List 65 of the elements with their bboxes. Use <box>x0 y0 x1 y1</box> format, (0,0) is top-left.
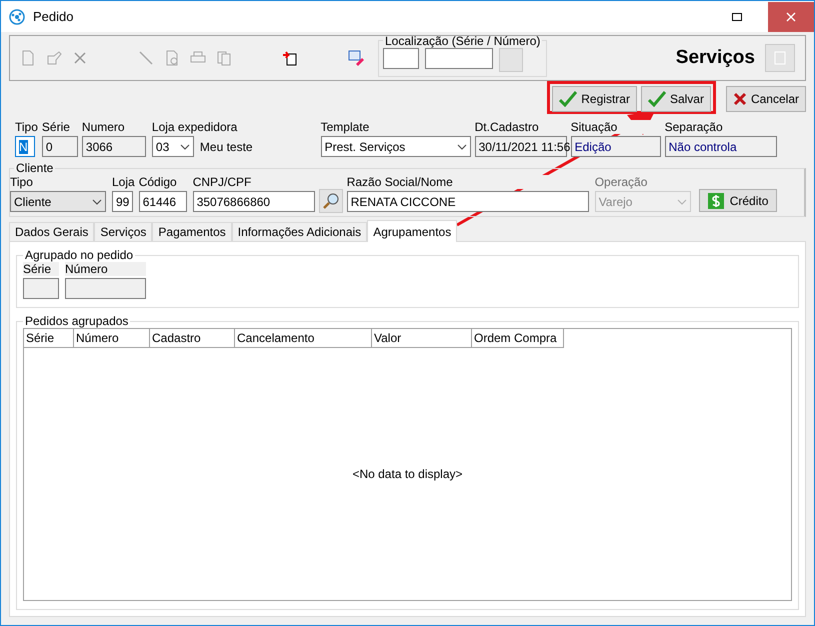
series-field[interactable] <box>23 278 59 299</box>
action-button[interactable]: Registrar <box>552 86 637 112</box>
store-dropdown[interactable]: 03 <box>152 136 194 157</box>
credit-button[interactable]: Crédito <box>698 189 778 212</box>
column-header[interactable]: Valor <box>372 329 472 348</box>
code-input[interactable]: 61446 <box>138 191 187 212</box>
copy-icon[interactable] <box>216 50 232 66</box>
column-header[interactable]: Número <box>74 329 150 348</box>
empty-message: <No data to display> <box>352 467 463 481</box>
cnpj-input[interactable]: 35076866860 <box>192 191 315 212</box>
dropdown-caret-icon <box>180 144 190 150</box>
dollar-icon <box>708 192 724 208</box>
action-button[interactable]: Cancelar <box>726 86 806 112</box>
location-label: Localização (Série / Número) <box>384 34 542 48</box>
maximize-icon <box>732 12 742 20</box>
type-input[interactable]: N <box>15 136 35 157</box>
preview-icon[interactable] <box>164 50 180 66</box>
column-header[interactable]: Cadastro <box>150 329 235 348</box>
search-button[interactable] <box>318 189 343 213</box>
field-label: Número <box>65 262 146 276</box>
name-input[interactable]: RENATA CICCONE <box>346 191 589 212</box>
tab[interactable]: Informações Adicionais <box>232 222 368 241</box>
client-type-dropdown[interactable]: Cliente <box>10 191 106 212</box>
app-icon <box>9 8 25 24</box>
tab[interactable]: Agrupamentos <box>367 220 458 242</box>
separation-field[interactable]: Não controla <box>664 136 777 157</box>
action-button[interactable]: Salvar <box>640 86 711 112</box>
tab[interactable]: Dados Gerais <box>9 222 94 241</box>
group-title: Agrupado no pedido <box>24 248 134 262</box>
exit-door-icon <box>773 51 787 65</box>
field-label: Tipo <box>15 120 38 134</box>
checkmark-icon <box>559 91 578 107</box>
group-title: Pedidos agrupados <box>24 314 130 328</box>
series-field[interactable]: 0 <box>42 136 78 157</box>
store-name: Meu teste <box>200 140 253 154</box>
document-arrow-icon[interactable] <box>282 50 298 66</box>
store-input[interactable]: 99 <box>112 191 133 212</box>
delete-icon[interactable] <box>72 50 88 66</box>
column-header[interactable]: Ordem Compra <box>472 329 564 348</box>
close-cross-icon <box>732 92 747 106</box>
status-field[interactable]: Edição <box>570 136 661 157</box>
new-document-icon[interactable] <box>20 50 36 66</box>
dropdown-caret-icon <box>92 198 102 204</box>
window-title: Pedido <box>33 9 74 24</box>
series-input[interactable] <box>383 48 419 68</box>
close-button[interactable] <box>768 2 814 32</box>
field-label: Loja <box>112 175 135 189</box>
column-header[interactable]: Série <box>24 329 74 348</box>
template-dropdown[interactable]: Prest. Serviços <box>320 136 471 157</box>
tab[interactable]: Pagamentos <box>152 222 232 241</box>
close-icon <box>786 12 796 22</box>
number-input[interactable] <box>425 48 493 68</box>
dropdown-caret-icon <box>456 144 467 150</box>
field-label: Série <box>23 262 59 276</box>
tab[interactable]: Serviços <box>94 222 152 241</box>
dropdown-caret-icon <box>676 198 687 204</box>
column-header[interactable]: Cancelamento <box>235 329 372 348</box>
group-title: Cliente <box>15 161 54 175</box>
module-title: Serviços <box>676 47 755 69</box>
edit-icon[interactable] <box>46 50 62 66</box>
number-field[interactable] <box>65 278 146 299</box>
spellcheck-icon[interactable] <box>348 50 364 66</box>
number-field[interactable]: 3066 <box>82 136 146 157</box>
checkmark-icon <box>648 91 666 107</box>
search-icon <box>322 192 340 210</box>
